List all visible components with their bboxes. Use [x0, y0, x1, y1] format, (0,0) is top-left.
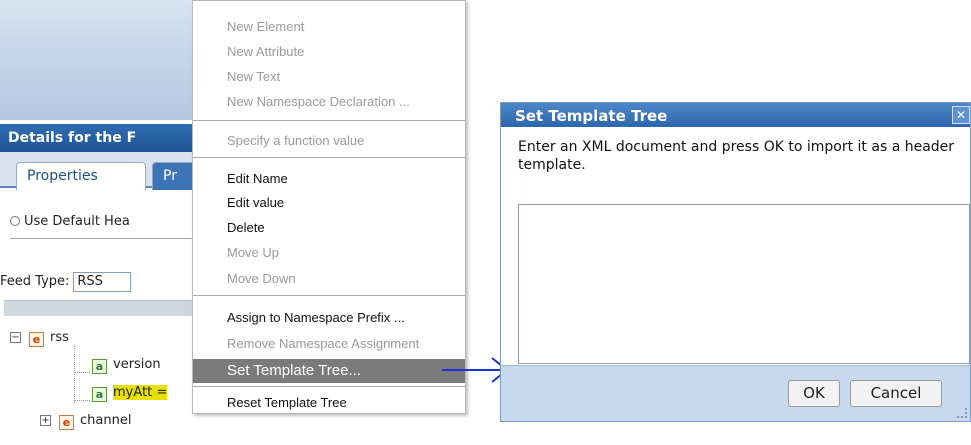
- radio-button[interactable]: [10, 216, 20, 226]
- tree-node-label: version: [113, 357, 161, 372]
- default-header-radio[interactable]: Use Default Hea: [10, 214, 130, 234]
- tree-node-label: myAtt =: [113, 385, 168, 400]
- tree-connector: [74, 372, 90, 373]
- menu-item-new-namespace-declaration[interactable]: New Namespace Declaration ...: [193, 90, 465, 114]
- tree-node-version[interactable]: a version: [92, 357, 161, 375]
- dialog-titlebar[interactable]: Set Template Tree ✕: [501, 103, 970, 127]
- attribute-icon: a: [92, 359, 107, 374]
- menu-item-set-template-tree[interactable]: Set Template Tree...: [193, 359, 465, 383]
- menu-item-new-element[interactable]: New Element: [193, 15, 465, 39]
- menu-item-edit-name[interactable]: Edit Name: [193, 167, 465, 191]
- collapse-icon[interactable]: −: [10, 332, 21, 343]
- menu-item-new-text[interactable]: New Text: [193, 65, 465, 89]
- cancel-button[interactable]: Cancel: [850, 380, 942, 407]
- feed-type-label: Feed Type:: [0, 274, 70, 289]
- tree-node-label: channel: [80, 413, 132, 428]
- element-icon: e: [29, 332, 44, 347]
- menu-separator: [193, 157, 465, 158]
- menu-item-assign-namespace-prefix[interactable]: Assign to Namespace Prefix ...: [193, 306, 465, 330]
- menu-item-reset-template-tree[interactable]: Reset Template Tree: [193, 391, 465, 415]
- menu-item-specify-function-value[interactable]: Specify a function value: [193, 129, 465, 153]
- tree-connector: [74, 345, 75, 403]
- xml-document-textarea[interactable]: [518, 204, 970, 364]
- tree-node-myatt[interactable]: a myAtt =: [92, 385, 168, 403]
- tree-grid-header: [4, 300, 204, 316]
- menu-separator: [193, 295, 465, 296]
- radio-label: Use Default Hea: [24, 214, 130, 229]
- ok-button[interactable]: OK: [788, 380, 840, 407]
- menu-item-move-down[interactable]: Move Down: [193, 267, 465, 291]
- element-icon: e: [59, 415, 74, 430]
- context-menu: New Element New Attribute New Text New N…: [192, 0, 466, 414]
- dialog-message: Enter an XML document and press OK to im…: [518, 139, 955, 173]
- menu-separator: [193, 120, 465, 121]
- menu-item-remove-namespace-assignment[interactable]: Remove Namespace Assignment: [193, 332, 465, 356]
- tree-node-rss[interactable]: − e rss: [10, 330, 69, 348]
- radio-divider: [10, 238, 210, 239]
- expand-icon[interactable]: +: [40, 415, 51, 426]
- tab-properties[interactable]: Properties: [16, 162, 146, 190]
- menu-item-delete[interactable]: Delete: [193, 216, 465, 240]
- feed-type-row: Feed Type: RSS: [0, 272, 132, 292]
- close-icon[interactable]: ✕: [952, 106, 970, 124]
- dialog-title: Set Template Tree: [515, 107, 668, 125]
- dialog-footer: OK Cancel: [501, 365, 970, 421]
- menu-separator: [193, 386, 465, 387]
- attribute-icon: a: [92, 387, 107, 402]
- menu-item-move-up[interactable]: Move Up: [193, 241, 465, 265]
- dialog-body: Enter an XML document and press OK to im…: [501, 127, 970, 375]
- menu-item-new-attribute[interactable]: New Attribute: [193, 40, 465, 64]
- menu-item-edit-value[interactable]: Edit value: [193, 191, 465, 215]
- resize-grip-icon[interactable]: [957, 408, 967, 418]
- tree-connector: [74, 400, 90, 401]
- tree-node-channel[interactable]: + e channel: [40, 413, 131, 431]
- set-template-tree-dialog: Set Template Tree ✕ Enter an XML documen…: [500, 102, 971, 422]
- feed-type-select[interactable]: RSS: [73, 272, 132, 292]
- tree-node-label: rss: [50, 330, 69, 345]
